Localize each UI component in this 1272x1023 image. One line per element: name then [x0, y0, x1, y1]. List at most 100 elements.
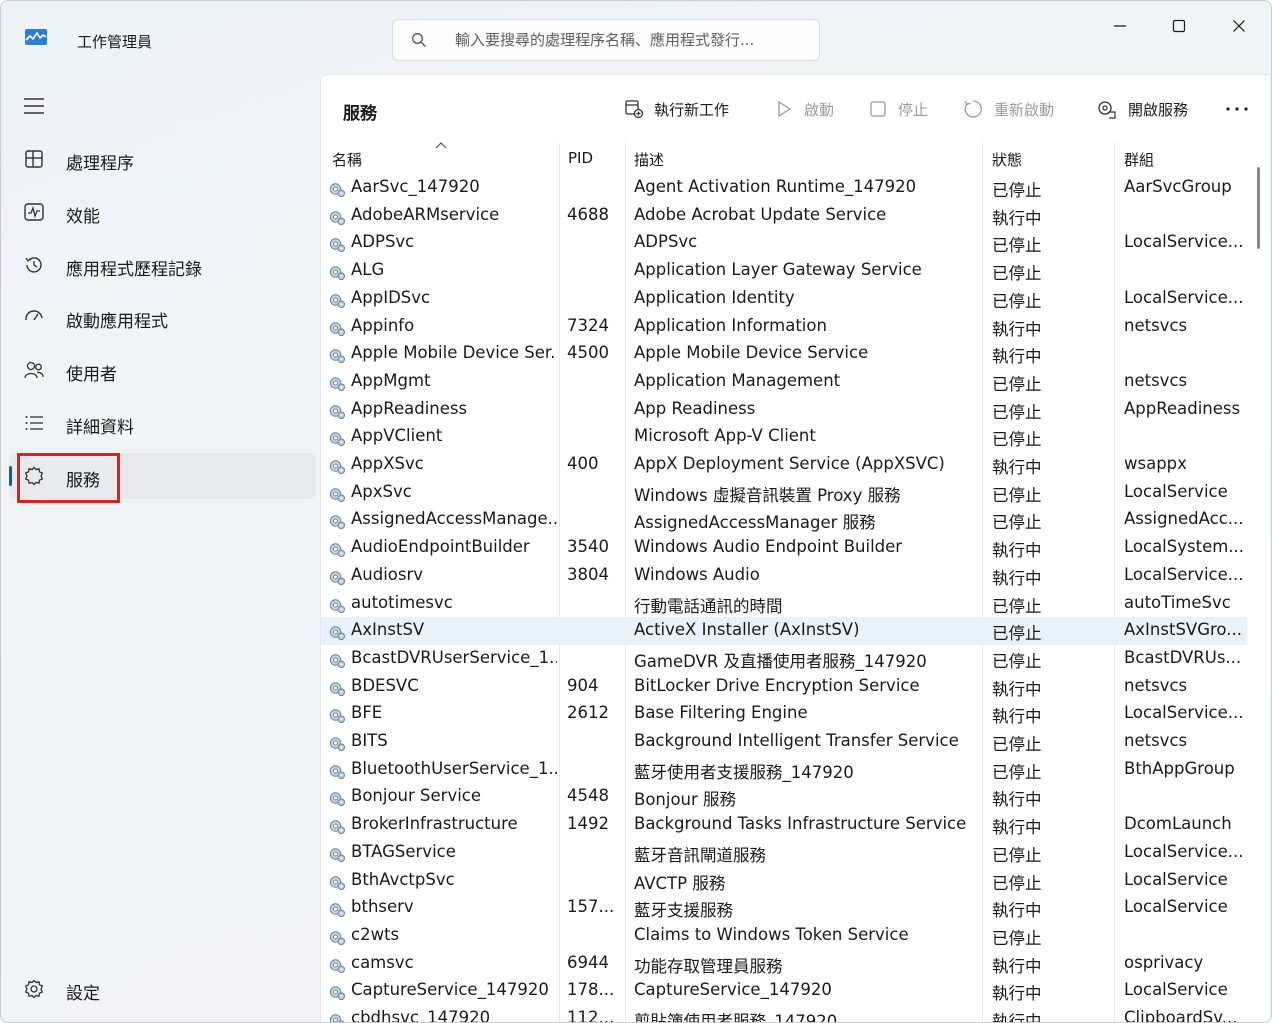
service-gear-icon [329, 875, 346, 890]
service-pid: 4548 [567, 786, 609, 806]
minimize-icon [1114, 25, 1126, 27]
start-button[interactable]: 啟動 [774, 95, 834, 123]
search-box[interactable] [392, 19, 820, 61]
table-row[interactable]: Appinfo 7324 Application Information 執行中 net… [321, 313, 1247, 341]
table-row[interactable]: Bonjour Service 4548 Bonjour 服務 執行中 [321, 783, 1247, 811]
table-row[interactable]: autotimesvc 行動電話通訊的時間 已停止 autoTimeSvc [321, 590, 1247, 618]
service-pid: 7324 [567, 315, 609, 335]
service-name: AarSvc_147920 [351, 177, 480, 196]
table-row[interactable]: BDESVC 904 BitLocker Drive Encryption Serv… [321, 673, 1247, 701]
service-status: 已停止 [992, 485, 1042, 505]
more-options-button[interactable] [1221, 97, 1253, 121]
table-row[interactable]: Apple Mobile Device Ser... 4500 Apple Mobi… [321, 340, 1247, 368]
service-description: 行動電話通訊的時間 [634, 596, 783, 616]
run-new-task-button[interactable]: 執行新工作 [624, 95, 729, 123]
table-row[interactable]: BluetoothUserService_1... 藍牙使用者支援服務_14792… [321, 756, 1247, 784]
table-row[interactable]: ALG Application Layer Gateway Service 已停止 [321, 257, 1247, 285]
service-description: Application Information [634, 315, 827, 335]
maximize-button[interactable] [1156, 11, 1202, 41]
table-row[interactable]: AudioEndpointBuilder 3540 Windows Audio En… [321, 534, 1247, 562]
table-row[interactable]: BrokerInfrastructure 1492 Background Tasks… [321, 811, 1247, 839]
column-header-name[interactable]: 名稱 [332, 149, 362, 170]
table-row[interactable]: ADPSvc ADPSvc 已停止 LocalService... [321, 229, 1247, 257]
service-gear-icon [329, 986, 346, 1001]
service-name: BcastDVRUserService_1... [351, 647, 557, 667]
column-header-description[interactable]: 描述 [634, 149, 664, 170]
search-input[interactable] [455, 28, 805, 52]
service-group: BthAppGroup [1124, 758, 1235, 778]
table-row[interactable]: BthAvctpSvc AVCTP 服務 已停止 LocalService [321, 867, 1247, 895]
nav-item-users[interactable]: 使用者 [9, 347, 315, 393]
table-row[interactable]: bthserv 157... 藍牙支援服務 執行中 LocalService [321, 894, 1247, 922]
service-gear-icon [329, 377, 346, 391]
service-status: 執行中 [992, 541, 1042, 561]
nav-item-performance[interactable]: 效能 [9, 189, 315, 235]
service-gear-icon [329, 210, 346, 225]
service-description: 功能存取管理員服務 [634, 956, 783, 976]
service-pid: 4500 [567, 343, 609, 363]
table-row[interactable]: AarSvc_147920 Agent Activation Runtime_14… [321, 174, 1247, 202]
table-row[interactable]: cbdhsvc_147920 112... 剪貼簿使用者服務_147920 執行中 Cl… [321, 1005, 1247, 1022]
service-gear-icon [329, 903, 346, 918]
table-row[interactable]: camsvc 6944 功能存取管理員服務 執行中 osprivacy [321, 950, 1247, 978]
service-description: Claims to Windows Token Service [634, 924, 909, 944]
nav-label: 效能 [66, 207, 100, 227]
service-description: App Readiness [634, 398, 756, 418]
service-name: BITS [351, 731, 388, 750]
service-group: DcomLaunch [1124, 814, 1232, 834]
nav-label: 啟動應用程式 [66, 312, 168, 332]
service-status: 執行中 [992, 347, 1042, 367]
nav-item-startup-apps[interactable]: 啟動應用程式 [9, 294, 315, 340]
performance-icon [24, 203, 44, 221]
table-row[interactable]: AppXSvc 400 AppX Deployment Service (AppXS… [321, 451, 1247, 479]
restart-icon [964, 100, 982, 118]
table-row[interactable]: BTAGService 藍牙音訊閘道服務 已停止 LocalService... [321, 839, 1247, 867]
column-header-status[interactable]: 狀態 [992, 149, 1022, 170]
service-status: 執行中 [992, 956, 1042, 976]
play-icon [778, 100, 792, 118]
column-header-group[interactable]: 群組 [1124, 149, 1154, 170]
service-name: Appinfo [351, 315, 415, 335]
close-button[interactable] [1216, 11, 1262, 41]
service-pid: 400 [567, 454, 599, 473]
table-row[interactable]: AppIDSvc Application Identity 已停止 LocalServ… [321, 285, 1247, 313]
nav-item-details[interactable]: 詳細資料 [9, 400, 315, 446]
table-row[interactable]: AppMgmt Application Management 已停止 netsvcs [321, 368, 1247, 396]
table-row[interactable]: AppReadiness App Readiness 已停止 AppReadiness [321, 396, 1247, 424]
service-gear-icon [329, 321, 346, 336]
service-description: Windows 虛擬音訊裝置 Proxy 服務 [634, 485, 901, 505]
hamburger-menu-icon[interactable] [21, 95, 47, 117]
task-manager-app-icon [25, 29, 47, 45]
nav-item-settings[interactable]: 設定 [9, 966, 315, 1012]
stop-button[interactable]: 停止 [868, 95, 928, 123]
restart-button[interactable]: 重新啟動 [962, 95, 1054, 123]
table-row[interactable]: AppVClient Microsoft App-V Client 已停止 [321, 423, 1247, 451]
minimize-button[interactable] [1097, 11, 1143, 41]
table-row[interactable]: c2wts Claims to Windows Token Service 已停止 [321, 922, 1247, 950]
nav-item-processes[interactable]: 處理程序 [9, 136, 315, 182]
open-services-button[interactable]: 開啟服務 [1096, 95, 1188, 123]
open-services-icon [1098, 101, 1116, 119]
service-name: BluetoothUserService_1... [351, 758, 557, 778]
service-gear-icon [329, 958, 346, 973]
service-gear-icon [329, 460, 346, 475]
table-row[interactable]: AxInstSV ActiveX Installer (AxInstSV) 已停止 A… [321, 617, 1247, 645]
table-row[interactable]: BcastDVRUserService_1... GameDVR 及直播使用者服務… [321, 645, 1247, 673]
table-row[interactable]: BFE 2612 Base Filtering Engine 執行中 LocalServ… [321, 700, 1247, 728]
table-row[interactable]: CaptureService_147920 178... CaptureServic… [321, 977, 1247, 1005]
nav-item-app-history[interactable]: 應用程式歷程記錄 [9, 242, 315, 288]
service-name: BthAvctpSvc [351, 869, 455, 889]
stop-label: 停止 [898, 100, 929, 119]
service-description: 藍牙支援服務 [634, 901, 733, 921]
table-row[interactable]: AssignedAccessManage... AssignedAccessMan… [321, 506, 1247, 534]
service-name: bthserv [351, 897, 414, 917]
column-header-pid[interactable]: PID [568, 149, 593, 167]
table-row[interactable]: AdobeARMservice 4688 Adobe Acrobat Update … [321, 202, 1247, 230]
service-name: c2wts [351, 924, 400, 944]
vertical-scrollbar[interactable] [1257, 167, 1260, 249]
service-description: Background Intelligent Transfer Service [634, 731, 959, 750]
table-row[interactable]: BITS Background Intelligent Transfer Serv… [321, 728, 1247, 756]
table-row[interactable]: Audiosrv 3804 Windows Audio 執行中 LocalService… [321, 562, 1247, 590]
service-pid: 6944 [567, 952, 609, 972]
table-row[interactable]: ApxSvc Windows 虛擬音訊裝置 Proxy 服務 已停止 LocalSer… [321, 479, 1247, 507]
